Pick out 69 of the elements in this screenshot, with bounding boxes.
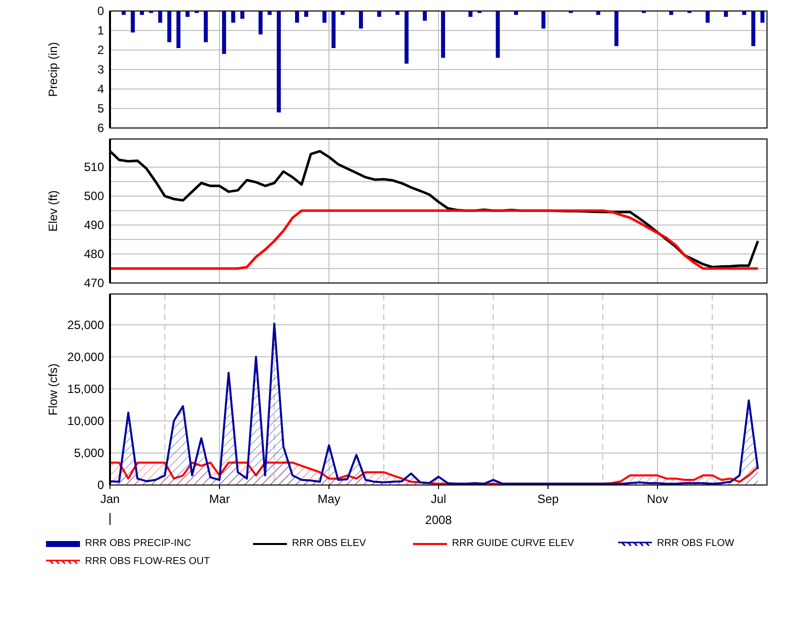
- precipitation-bar: [130, 11, 135, 32]
- precipitation-bar: [358, 11, 363, 29]
- precipitation-bar: [340, 11, 345, 15]
- precipitation-bar: [441, 11, 446, 58]
- precipitation-bar: [322, 11, 326, 23]
- precipitation-bar: [742, 11, 746, 15]
- legend-label: RRR OBS FLOW: [657, 538, 734, 549]
- precipitation-bar: [204, 11, 208, 42]
- precipitation-bar: [614, 11, 618, 46]
- precipitation-bar: [541, 11, 546, 29]
- tick-label: Jul: [430, 492, 446, 506]
- precipitation-bar: [395, 11, 400, 15]
- tick-label: 470: [84, 276, 104, 288]
- precipitation-bar: [377, 11, 382, 17]
- tick-label: 490: [84, 218, 104, 232]
- tick-label: 15,000: [67, 382, 104, 396]
- precipitation-bar: [222, 11, 226, 54]
- tick-label: Nov: [646, 492, 668, 506]
- precipitation-bar: [496, 11, 500, 58]
- precipitation-bar: [404, 11, 409, 64]
- precipitation-bar: [167, 11, 172, 42]
- tick-label: 5,000: [74, 446, 104, 460]
- precipitation-bar: [751, 11, 756, 46]
- x-axis-label: 2008: [425, 513, 452, 527]
- precipitation-bar: [760, 11, 764, 23]
- legend-label: RRR OBS ELEV: [292, 538, 366, 549]
- precipitation-bar: [295, 11, 300, 23]
- tick-label: Jan: [100, 492, 120, 506]
- precipitation-bar: [268, 11, 272, 15]
- precipitation-bar: [422, 11, 427, 21]
- legend-label: RRR OBS PRECIP-INC: [85, 538, 192, 549]
- tick-label: 0: [97, 478, 104, 492]
- legend-label: RRR GUIDE CURVE ELEV: [452, 538, 574, 549]
- tick-label: 25,000: [67, 318, 104, 332]
- y-axis-label: Flow (cfs): [46, 364, 60, 416]
- precipitation-bar: [304, 11, 308, 17]
- precipitation-bar: [240, 11, 244, 19]
- tick-label: 4: [97, 82, 104, 96]
- y-axis-label: Elev (ft): [46, 190, 60, 232]
- precipitation-bar: [186, 11, 190, 17]
- precipitation-bar: [122, 11, 126, 15]
- tick-label: 0: [97, 4, 104, 18]
- precipitation-bar: [669, 11, 674, 15]
- tick-label: Mar: [209, 492, 230, 506]
- tick-label: 5: [97, 102, 104, 116]
- precipitation-bar: [596, 11, 600, 15]
- tick-label: 20,000: [67, 350, 104, 364]
- precipitation-bar: [514, 11, 518, 15]
- precipitation-bar: [468, 11, 472, 17]
- tick-label: 500: [84, 189, 104, 204]
- tick-label: 3: [97, 62, 104, 76]
- tick-label: 2: [97, 43, 104, 57]
- precipitation-bar: [258, 11, 263, 34]
- precipitation-bar: [332, 11, 336, 48]
- tick-label: 510: [84, 160, 104, 174]
- precipitation-bar: [724, 11, 728, 17]
- tick-label: Sep: [537, 492, 559, 506]
- tick-label: May: [318, 492, 340, 506]
- precipitation-bar: [231, 11, 236, 23]
- y-axis-label: Precip (in): [46, 42, 60, 97]
- legend-label: RRR OBS FLOW-RES OUT: [85, 556, 210, 567]
- tick-label: 6: [97, 121, 104, 135]
- precipitation-bar: [140, 11, 144, 15]
- precipitation-bar: [158, 11, 162, 23]
- tick-label: 1: [97, 24, 104, 38]
- precipitation-bar: [706, 11, 710, 23]
- tick-label: 480: [84, 247, 104, 262]
- precipitation-bar: [176, 11, 180, 48]
- tick-label: 10,000: [67, 414, 104, 428]
